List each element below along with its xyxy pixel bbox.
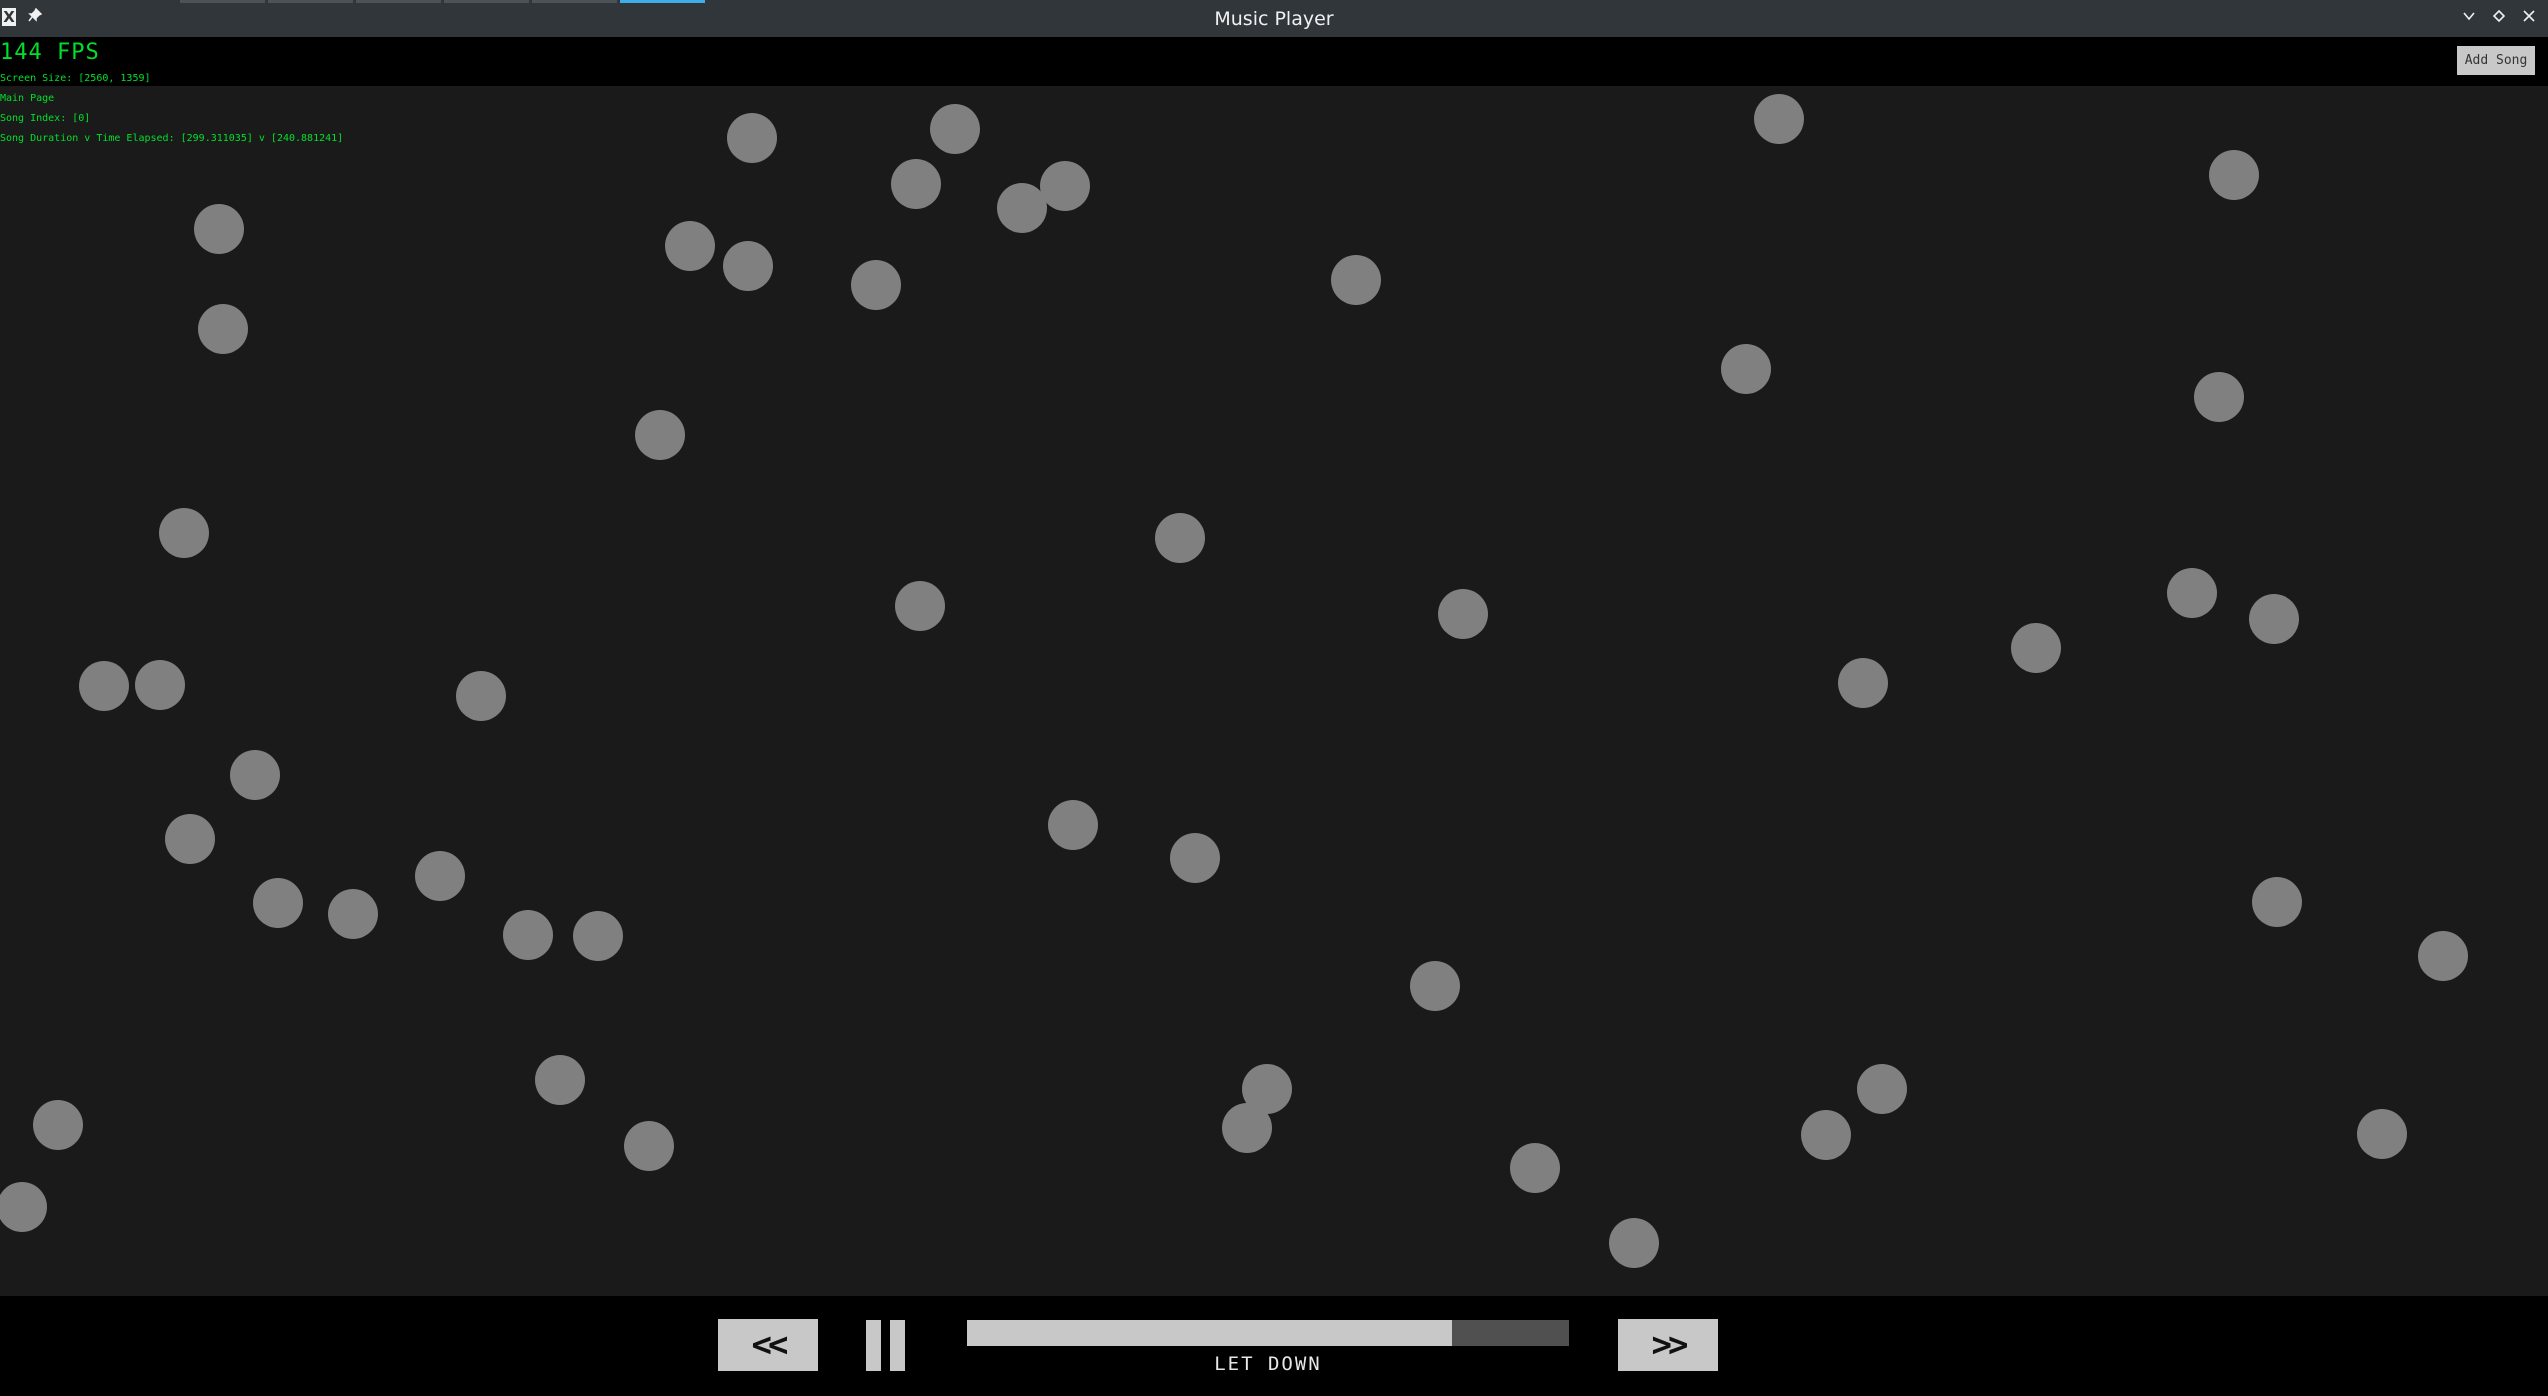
visualizer-ball xyxy=(79,661,129,711)
visualizer-ball xyxy=(1410,961,1460,1011)
visualizer-ball xyxy=(2011,623,2061,673)
visualizer-canvas xyxy=(0,86,2548,1296)
fps-counter: 144 FPS xyxy=(0,40,100,65)
visualizer-ball xyxy=(198,304,248,354)
visualizer-ball xyxy=(1040,161,1090,211)
window-titlebar: Music Player X xyxy=(0,0,2548,37)
diamond-icon xyxy=(2492,9,2506,23)
visualizer-ball xyxy=(1801,1110,1851,1160)
visualizer-ball xyxy=(1331,255,1381,305)
visualizer-ball xyxy=(891,159,941,209)
visualizer-ball xyxy=(328,889,378,939)
previous-button[interactable]: << xyxy=(718,1319,818,1371)
visualizer-ball xyxy=(1857,1064,1907,1114)
visualizer-ball xyxy=(2167,568,2217,618)
visualizer-ball xyxy=(573,911,623,961)
close-icon xyxy=(2523,10,2535,22)
visualizer-ball xyxy=(1838,658,1888,708)
visualizer-ball xyxy=(456,671,506,721)
minimize-button[interactable] xyxy=(2458,6,2480,30)
player-bar xyxy=(0,1296,2548,1396)
visualizer-ball xyxy=(415,851,465,901)
song-title: LET DOWN xyxy=(1214,1353,1322,1375)
visualizer-ball xyxy=(727,113,777,163)
progress-bar[interactable] xyxy=(967,1320,1569,1346)
visualizer-ball xyxy=(2209,150,2259,200)
add-song-button[interactable]: Add Song xyxy=(2457,46,2535,75)
maximize-button[interactable] xyxy=(2488,6,2510,30)
visualizer-ball xyxy=(33,1100,83,1150)
visualizer-ball xyxy=(1721,344,1771,394)
visualizer-ball xyxy=(535,1055,585,1105)
app-icon[interactable]: X xyxy=(2,8,16,26)
progress-bar-fill xyxy=(967,1320,1452,1346)
visualizer-ball xyxy=(2249,594,2299,644)
visualizer-ball xyxy=(895,581,945,631)
visualizer-ball xyxy=(1155,513,1205,563)
visualizer-ball xyxy=(503,910,553,960)
pause-icon-bar-right xyxy=(890,1320,905,1371)
chevron-down-icon xyxy=(2463,12,2475,21)
visualizer-ball xyxy=(665,221,715,271)
visualizer-ball xyxy=(1170,833,1220,883)
visualizer-ball xyxy=(997,183,1047,233)
visualizer-ball xyxy=(253,878,303,928)
visualizer-ball xyxy=(2357,1109,2407,1159)
visualizer-ball xyxy=(135,660,185,710)
visualizer-ball xyxy=(635,410,685,460)
visualizer-ball xyxy=(230,750,280,800)
visualizer-ball xyxy=(851,260,901,310)
visualizer-ball xyxy=(1048,800,1098,850)
visualizer-ball xyxy=(159,508,209,558)
pause-button[interactable] xyxy=(866,1320,909,1371)
top-bar xyxy=(0,37,2548,86)
next-button[interactable]: >> xyxy=(1618,1319,1718,1371)
pin-icon[interactable] xyxy=(28,7,43,26)
visualizer-ball xyxy=(194,204,244,254)
visualizer-ball xyxy=(2194,372,2244,422)
pause-icon-bar-left xyxy=(866,1320,881,1371)
close-button[interactable] xyxy=(2518,6,2540,30)
visualizer-ball xyxy=(1510,1143,1560,1193)
visualizer-ball xyxy=(1609,1218,1659,1268)
debug-screen-size: Screen Size: [2560, 1359] xyxy=(0,73,151,84)
visualizer-ball xyxy=(1438,589,1488,639)
visualizer-ball xyxy=(165,814,215,864)
visualizer-ball xyxy=(723,241,773,291)
visualizer-ball xyxy=(1754,94,1804,144)
visualizer-ball xyxy=(930,104,980,154)
window-title: Music Player xyxy=(1214,8,1334,30)
visualizer-ball xyxy=(0,1182,47,1232)
visualizer-ball xyxy=(2418,931,2468,981)
visualizer-ball xyxy=(2252,877,2302,927)
visualizer-ball xyxy=(1222,1103,1272,1153)
visualizer-ball xyxy=(624,1121,674,1171)
